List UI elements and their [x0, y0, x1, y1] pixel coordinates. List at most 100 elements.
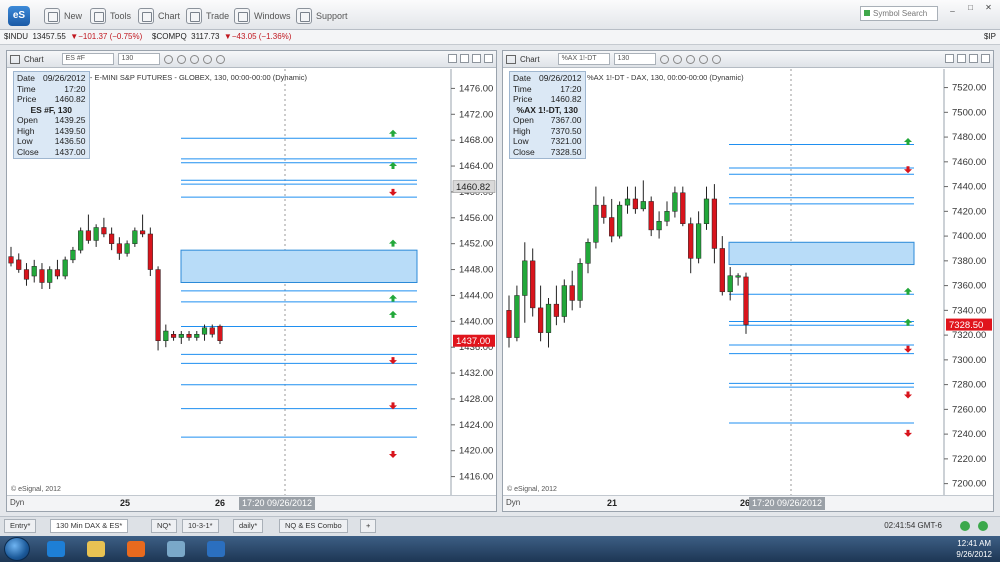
close-icon[interactable] — [981, 54, 990, 63]
support-button[interactable]: Support — [296, 7, 348, 25]
tab-4[interactable]: daily* — [233, 519, 264, 533]
candle-body — [640, 201, 646, 210]
candle-body — [632, 198, 639, 210]
draw-tool-icon[interactable] — [163, 54, 173, 64]
minimize-icon[interactable] — [460, 54, 469, 63]
candle-body — [664, 211, 670, 222]
close-icon[interactable] — [484, 54, 493, 63]
time-tool-icon[interactable] — [685, 54, 695, 64]
monitor-app-icon[interactable] — [158, 538, 194, 560]
dyn-label[interactable]: Dyn — [506, 498, 520, 507]
windows-button[interactable]: Windows — [234, 7, 291, 25]
folder-icon[interactable] — [78, 538, 114, 560]
os-taskbar: 12:41 AM 9/26/2012 — [0, 536, 1000, 562]
candle-body — [132, 230, 138, 244]
dyn-label[interactable]: Dyn — [10, 498, 24, 507]
new-button[interactable]: New — [44, 7, 82, 25]
chart-header: Chart ES #F 130 — [7, 51, 496, 68]
tab-0[interactable]: Entry* — [4, 519, 37, 533]
symbol-box[interactable]: ES #F — [61, 53, 114, 65]
candle-body — [39, 269, 45, 283]
chart-icon — [10, 54, 20, 64]
candle-body — [124, 243, 130, 254]
interval-box[interactable]: 130 — [613, 53, 656, 65]
symbol-search-input[interactable]: Symbol Search — [860, 6, 938, 21]
ticker-strip: $INDU 13457.55 ▼−101.37 (−0.75%) $COMPQ … — [0, 30, 1000, 45]
link-tool-icon[interactable] — [215, 54, 225, 64]
status-time: 02:41:54 GMT-6 — [884, 521, 942, 530]
tab-5[interactable]: NQ & ES Combo — [279, 519, 348, 533]
data-label: High — [17, 125, 35, 136]
float-icon[interactable] — [448, 54, 457, 63]
chart-window-es[interactable]: Chart ES #F 130 1476.00 1472.00 1468.00 146… — [6, 50, 497, 512]
esignal-app-icon[interactable] — [198, 538, 234, 560]
chart-title: ES #F - E-MINI S&P FUTURES - GLOBEX, 130… — [67, 73, 307, 82]
help-icon — [296, 8, 312, 24]
last-price-label: 7328.50 — [949, 320, 983, 331]
data-value: 1460.82 — [54, 94, 86, 104]
data-label: Price — [17, 94, 37, 104]
media-player-icon[interactable] — [118, 538, 154, 560]
chart-window-dax[interactable]: Chart %AX 1!-DT 130 7520.00 7500.00 7480.0… — [502, 50, 994, 512]
draw-tool-icon[interactable] — [659, 54, 669, 64]
connection-status-icon — [960, 521, 970, 531]
ticker-indu[interactable]: $INDU 13457.55 ▼−101.37 (−0.75%) — [4, 30, 142, 44]
candle-body — [537, 307, 544, 333]
y-tick-label: 7460.00 — [952, 157, 986, 168]
data-value: 09/26/2012 — [538, 73, 582, 83]
link-tool-icon[interactable] — [711, 54, 721, 64]
y-tick-label: 7260.00 — [952, 404, 986, 415]
toolbar-label: Chart — [158, 11, 181, 21]
tab-1[interactable]: 130 Min DAX & ES* — [50, 519, 129, 533]
float-icon[interactable] — [945, 54, 954, 63]
candle-body — [609, 217, 615, 237]
trade-icon — [186, 8, 202, 24]
interval-box[interactable]: 130 — [117, 53, 160, 65]
trade-button[interactable]: Trade — [186, 7, 229, 25]
down-arrow-icon — [389, 450, 397, 458]
ticker-ip[interactable]: $IP — [984, 30, 996, 44]
last-price-label: 1437.00 — [456, 336, 490, 347]
minimize-icon[interactable] — [957, 54, 966, 63]
zoom-tool-icon[interactable] — [202, 54, 212, 64]
tab-6[interactable]: + — [360, 519, 377, 533]
data-value: 1436.50 — [54, 136, 86, 146]
clock-tool-icon[interactable] — [176, 54, 186, 64]
data-label: Price — [513, 94, 533, 104]
minimize-button[interactable]: _ — [945, 2, 960, 14]
candle-body — [616, 204, 623, 237]
maximize-icon[interactable] — [472, 54, 481, 63]
y-tick-label: 7280.00 — [952, 380, 986, 391]
tab-3[interactable]: 10-3-1* — [182, 519, 219, 533]
cursor-time-label: 17:20 09/26/2012 — [239, 497, 316, 510]
time-axis: Dyn 21 26 17:20 09/26/2012 — [503, 495, 993, 511]
maximize-button[interactable]: □ — [963, 2, 978, 14]
chart-button[interactable]: Chart — [138, 7, 180, 25]
clock-tool-icon[interactable] — [672, 54, 682, 64]
y-tick-label: 1432.00 — [459, 368, 493, 379]
date-label: 21 — [607, 498, 618, 508]
y-tick-label: 7400.00 — [952, 231, 986, 242]
time-tool-icon[interactable] — [189, 54, 199, 64]
start-button-icon[interactable] — [4, 537, 30, 561]
candle-body — [569, 285, 575, 301]
ticker-change: ▼−101.37 (−0.75%) — [70, 32, 143, 41]
data-symbol-line: ES #F, 130 — [30, 104, 73, 115]
symbol-box[interactable]: %AX 1!-DT — [557, 53, 610, 65]
ticker-last: 13457.55 — [32, 32, 66, 41]
system-clock[interactable]: 12:41 AM 9/26/2012 — [956, 538, 992, 560]
ticker-compq[interactable]: $COMPQ 3117.73 ▼−43.05 (−1.36%) — [152, 30, 291, 44]
internet-explorer-icon[interactable] — [38, 538, 74, 560]
esignal-logo[interactable]: eS — [8, 6, 30, 26]
tab-2[interactable]: NQ* — [151, 519, 178, 533]
candle-body — [178, 334, 184, 338]
maximize-icon[interactable] — [969, 54, 978, 63]
data-label: Low — [17, 136, 33, 146]
tools-button[interactable]: Tools — [90, 7, 131, 25]
zoom-tool-icon[interactable] — [698, 54, 708, 64]
chart-title: %AX 1!-DT - DAX, 130, 00:00-00:00 (Dynam… — [587, 73, 744, 82]
candle-body — [656, 220, 662, 231]
document-icon — [44, 8, 60, 24]
close-button[interactable]: ✕ — [981, 2, 996, 14]
data-value: 7370.50 — [550, 125, 582, 136]
